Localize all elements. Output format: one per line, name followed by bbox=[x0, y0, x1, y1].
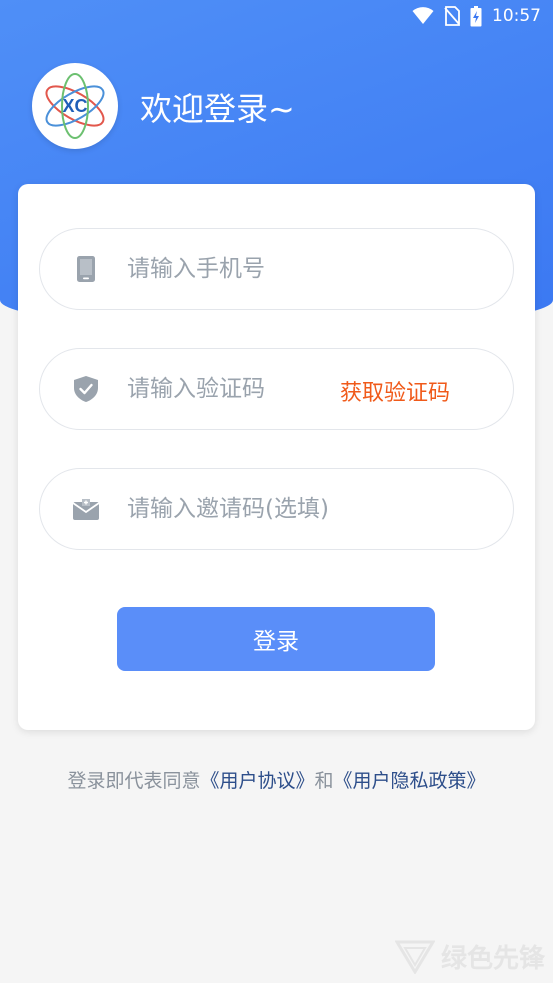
privacy-policy-link[interactable]: 《用户隐私政策》 bbox=[334, 770, 486, 792]
login-button[interactable]: 登录 bbox=[117, 607, 435, 671]
welcome-title: 欢迎登录~ bbox=[140, 90, 295, 128]
status-time: 10:57 bbox=[492, 6, 541, 26]
watermark-text: 绿色先锋 bbox=[440, 944, 545, 974]
user-agreement-link[interactable]: 《用户协议》 bbox=[200, 770, 314, 792]
watermark-logo-icon bbox=[394, 940, 435, 974]
mail-icon bbox=[73, 496, 99, 522]
watermark: 绿色先锋 bbox=[394, 938, 545, 975]
shield-icon bbox=[73, 376, 99, 402]
code-input[interactable] bbox=[127, 376, 337, 402]
phone-icon bbox=[73, 256, 99, 282]
get-code-button[interactable]: 获取验证码 bbox=[340, 375, 450, 407]
no-sim-icon bbox=[444, 6, 460, 26]
phone-field[interactable] bbox=[39, 228, 514, 310]
battery-icon bbox=[470, 5, 482, 27]
wifi-icon bbox=[412, 7, 434, 25]
status-bar: 10:57 bbox=[0, 0, 553, 32]
app-logo: XC bbox=[32, 63, 118, 149]
agreement-prefix: 登录即代表同意 bbox=[67, 770, 201, 792]
phone-input[interactable] bbox=[127, 256, 337, 282]
invite-input[interactable] bbox=[127, 496, 467, 522]
atom-logo-icon: XC bbox=[45, 73, 105, 139]
code-field[interactable]: 获取验证码 bbox=[39, 348, 514, 430]
agreement-text: 登录即代表同意《用户协议》和《用户隐私政策》 bbox=[0, 766, 553, 793]
login-card: 获取验证码 登录 bbox=[18, 184, 535, 730]
invite-field[interactable] bbox=[39, 468, 514, 550]
agreement-and: 和 bbox=[314, 770, 334, 792]
logo-text: XC bbox=[62, 96, 87, 116]
